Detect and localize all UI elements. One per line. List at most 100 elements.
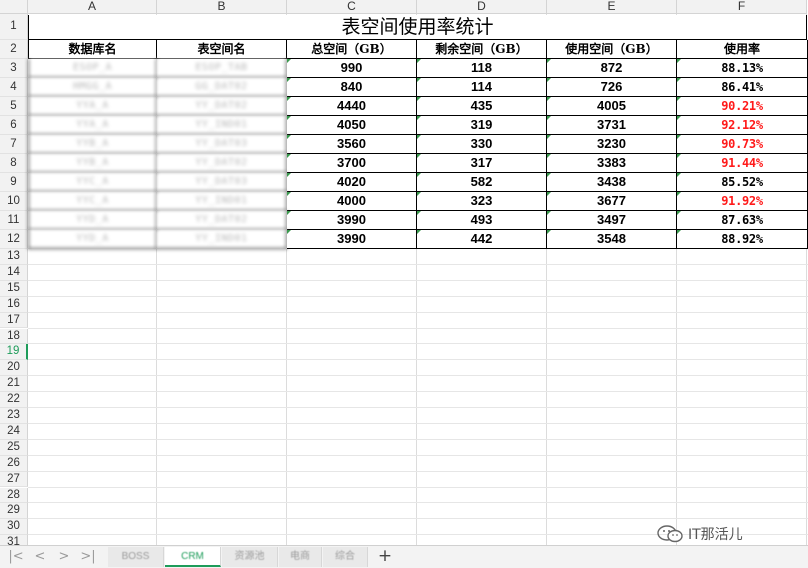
row-header-26[interactable]: 26 (0, 455, 28, 472)
next-sheet-button[interactable]: > (56, 549, 72, 565)
cell-used-space[interactable]: 3383 (547, 154, 677, 173)
column-header-b[interactable]: B (157, 0, 287, 14)
row-header-29[interactable]: 29 (0, 503, 28, 520)
add-sheet-button[interactable]: + (377, 547, 393, 567)
cell-used-space[interactable]: 3438 (547, 173, 677, 192)
row-header-12[interactable]: 12 (0, 230, 28, 249)
sheet-tab-4[interactable]: 综合 (323, 547, 368, 567)
row-header-20[interactable]: 20 (0, 360, 28, 377)
cell-tablespace-name[interactable]: YY_DAT03 (157, 173, 287, 192)
cell-used-space[interactable]: 3497 (547, 211, 677, 230)
cell-database-name[interactable]: ESOP_A (28, 59, 157, 78)
row-header-22[interactable]: 22 (0, 392, 28, 408)
cell-tablespace-name[interactable]: YY_IND01 (157, 116, 287, 135)
sheet-tab-3[interactable]: 电商 (279, 547, 322, 567)
cell-usage-rate[interactable]: 87.63% (677, 211, 808, 230)
spreadsheet-grid[interactable]: ABCDEF 1 2 3 4 5 6 7 8 9 10 11 12 13 14 15 16 17 18 19 20 21… (0, 0, 808, 545)
prev-sheet-button[interactable]: < (32, 549, 48, 565)
cell-total-space[interactable]: 4020 (287, 173, 417, 192)
cell-usage-rate[interactable]: 91.92% (677, 192, 808, 211)
cell-tablespace-name[interactable]: YY_DAT02 (157, 211, 287, 230)
row-header-14[interactable]: 14 (0, 264, 28, 281)
cell-tablespace-name[interactable]: YY_DAT02 (157, 154, 287, 173)
row-header-11[interactable]: 11 (0, 211, 28, 230)
column-header-a[interactable]: A (28, 0, 157, 14)
cell-tablespace-name[interactable]: YY_IND01 (157, 230, 287, 249)
cell-total-space[interactable]: 840 (287, 78, 417, 97)
row-header-24[interactable]: 24 (0, 423, 28, 440)
cell-free-space[interactable]: 442 (417, 230, 547, 249)
cell-database-name[interactable]: YYB_A (28, 135, 157, 154)
cell-free-space[interactable]: 114 (417, 78, 547, 97)
cell-database-name[interactable]: YYD_A (28, 211, 157, 230)
row-header-28[interactable]: 28 (0, 487, 28, 504)
cell-used-space[interactable]: 3548 (547, 230, 677, 249)
cell-used-space[interactable]: 3230 (547, 135, 677, 154)
row-header-13[interactable]: 13 (0, 249, 28, 265)
cell-free-space[interactable]: 118 (417, 59, 547, 78)
row-header-10[interactable]: 10 (0, 192, 28, 211)
cell-used-space[interactable]: 3731 (547, 116, 677, 135)
cell-total-space[interactable]: 3700 (287, 154, 417, 173)
cell-database-name[interactable]: YYA_A (28, 97, 157, 116)
cell-total-space[interactable]: 3560 (287, 135, 417, 154)
row-header-5[interactable]: 5 (0, 97, 28, 116)
cell-tablespace-name[interactable]: YY_DAT03 (157, 135, 287, 154)
column-header-c[interactable]: C (287, 0, 417, 14)
table-header-db[interactable]: 数据库名 (28, 40, 157, 59)
cell-usage-rate[interactable]: 88.92% (677, 230, 808, 249)
cell-usage-rate[interactable]: 92.12% (677, 116, 808, 135)
cell-free-space[interactable]: 330 (417, 135, 547, 154)
cell-total-space[interactable]: 3990 (287, 211, 417, 230)
row-header-31[interactable]: 31 (0, 535, 28, 545)
row-header-3[interactable]: 3 (0, 59, 28, 78)
row-header-16[interactable]: 16 (0, 296, 28, 313)
cell-database-name[interactable]: YYC_A (28, 173, 157, 192)
cell-free-space[interactable]: 323 (417, 192, 547, 211)
cell-total-space[interactable]: 4440 (287, 97, 417, 116)
cell-free-space[interactable]: 317 (417, 154, 547, 173)
cell-used-space[interactable]: 4005 (547, 97, 677, 116)
cell-tablespace-name[interactable]: YY_IND01 (157, 192, 287, 211)
cell-usage-rate[interactable]: 85.52% (677, 173, 808, 192)
select-all-corner[interactable] (0, 0, 28, 14)
cell-tablespace-name[interactable]: ESOP_TAB (157, 59, 287, 78)
cell-usage-rate[interactable]: 91.44% (677, 154, 808, 173)
cell-database-name[interactable]: YYC_A (28, 192, 157, 211)
table-header-total[interactable]: 总空间（GB） (287, 40, 417, 59)
cell-free-space[interactable]: 493 (417, 211, 547, 230)
cell-total-space[interactable]: 3990 (287, 230, 417, 249)
first-sheet-button[interactable]: |< (8, 549, 24, 565)
cell-free-space[interactable]: 582 (417, 173, 547, 192)
cell-database-name[interactable]: YYD_A (28, 230, 157, 249)
cell-usage-rate[interactable]: 90.21% (677, 97, 808, 116)
row-header-4[interactable]: 4 (0, 78, 28, 97)
cell-database-name[interactable]: HMGG_A (28, 78, 157, 97)
cell-free-space[interactable]: 319 (417, 116, 547, 135)
row-header-23[interactable]: 23 (0, 408, 28, 424)
cell-tablespace-name[interactable]: GG_DAT02 (157, 78, 287, 97)
cell-used-space[interactable]: 3677 (547, 192, 677, 211)
cell-used-space[interactable]: 872 (547, 59, 677, 78)
column-header-f[interactable]: F (677, 0, 807, 14)
row-header-17[interactable]: 17 (0, 312, 28, 329)
row-header-18[interactable]: 18 (0, 328, 28, 345)
sheet-tab-1[interactable]: CRM (165, 547, 221, 567)
sheet-tab-2[interactable]: 资源池 (222, 547, 278, 567)
table-header-rate[interactable]: 使用率 (677, 40, 808, 59)
row-header-9[interactable]: 9 (0, 173, 28, 192)
row-header-2[interactable]: 2 (0, 40, 28, 59)
row-header-19[interactable]: 19 (0, 344, 28, 361)
row-header-27[interactable]: 27 (0, 471, 28, 488)
row-header-30[interactable]: 30 (0, 519, 28, 536)
table-header-used[interactable]: 使用空间（GB） (547, 40, 677, 59)
row-header-15[interactable]: 15 (0, 280, 28, 297)
table-header-tablespace[interactable]: 表空间名 (157, 40, 287, 59)
cell-database-name[interactable]: YYA_A (28, 116, 157, 135)
row-header-6[interactable]: 6 (0, 116, 28, 135)
column-header-e[interactable]: E (547, 0, 677, 14)
cell-usage-rate[interactable]: 86.41% (677, 78, 808, 97)
cell-tablespace-name[interactable]: YY_DAT02 (157, 97, 287, 116)
cell-usage-rate[interactable]: 90.73% (677, 135, 808, 154)
cell-used-space[interactable]: 726 (547, 78, 677, 97)
